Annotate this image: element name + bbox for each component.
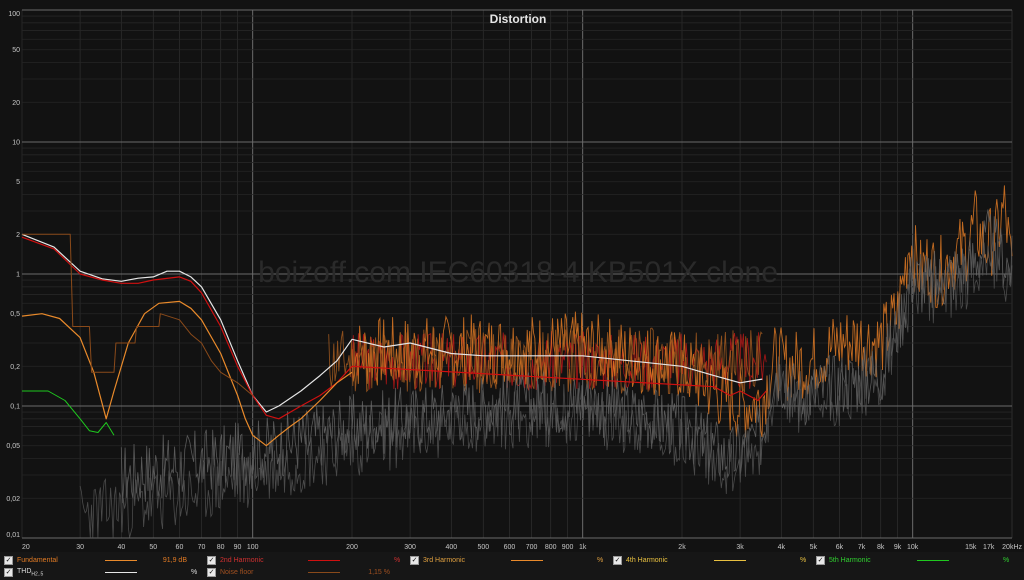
legend-unit: % <box>800 557 807 564</box>
legend-unit: % <box>394 557 401 564</box>
x-tick-label: 200 <box>346 544 358 551</box>
y-tick-label: 1 <box>16 272 20 279</box>
x-tick-label: 500 <box>477 544 489 551</box>
legend-row-2: ✓ THDH2..5 % ✓ Noise floor 1,15 % <box>0 566 1024 579</box>
y-tick-label: 2 <box>16 232 20 239</box>
legend-unit: % <box>597 557 604 564</box>
x-tick-label: 5k <box>810 544 818 551</box>
legend-label: THDH2..5 <box>17 568 105 577</box>
y-tick-label: 0,5 <box>10 311 20 318</box>
y-tick-label: 5 <box>16 179 20 186</box>
x-tick-label: 9k <box>894 544 902 551</box>
x-tick-label: 7k <box>858 544 866 551</box>
legend-label: Noise floor <box>220 569 254 576</box>
checkbox-icon[interactable]: ✓ <box>207 568 216 577</box>
checkbox-icon[interactable]: ✓ <box>4 556 13 565</box>
x-tick-label: 60 <box>176 544 184 551</box>
x-tick-label: 600 <box>504 544 516 551</box>
legend-swatch <box>714 560 746 561</box>
legend-swatch <box>511 560 543 561</box>
legend-item-noise-floor[interactable]: ✓ Noise floor 1,15 % <box>207 566 390 579</box>
y-tick-label: 50 <box>12 47 20 54</box>
legend-swatch <box>308 560 340 561</box>
legend-swatch <box>105 572 137 573</box>
watermark-text: boizoff.com IEC60318-4 KB501X clone <box>258 256 778 289</box>
x-tick-label: 800 <box>545 544 557 551</box>
legend-swatch <box>105 560 137 561</box>
legend-unit: % <box>1003 557 1010 564</box>
y-tick-label: 0,02 <box>6 496 20 503</box>
thd-subscript: H2..5 <box>31 571 44 578</box>
legend-label: 2nd Harmonic <box>220 557 264 564</box>
legend-label: 4th Harmonic <box>626 557 668 564</box>
x-tick-label: 20kHz <box>1002 544 1022 551</box>
y-tick-label: 0,01 <box>6 532 20 539</box>
x-tick-label: 40 <box>117 544 125 551</box>
chart-title: Distortion <box>490 12 547 26</box>
y-tick-label: 0,1 <box>10 404 20 411</box>
x-tick-label: 100 <box>247 544 259 551</box>
legend-value: 91,9 dB <box>162 557 187 564</box>
x-tick-label: 300 <box>404 544 416 551</box>
checkbox-icon[interactable]: ✓ <box>816 556 825 565</box>
x-tick-label: 20 <box>22 544 30 551</box>
x-tick-label: 90 <box>234 544 242 551</box>
x-tick-label: 700 <box>526 544 538 551</box>
y-tick-label: 0,05 <box>6 443 20 450</box>
legend-unit: % <box>191 569 198 576</box>
x-tick-label: 15k <box>965 544 977 551</box>
y-tick-label: 20 <box>12 100 20 107</box>
legend: ✓ Fundamental 91,9 dB ✓ 2nd Harmonic % ✓… <box>0 552 1024 580</box>
legend-value: 1,15 % <box>368 569 390 576</box>
x-tick-label: 900 <box>562 544 574 551</box>
x-tick-label: 30 <box>76 544 84 551</box>
checkbox-icon[interactable]: ✓ <box>410 556 419 565</box>
x-tick-label: 8k <box>877 544 885 551</box>
legend-swatch <box>308 572 340 573</box>
thd-label: THD <box>17 567 32 575</box>
checkbox-icon[interactable]: ✓ <box>207 556 216 565</box>
x-tick-label: 400 <box>445 544 457 551</box>
x-tick-label: 6k <box>836 544 844 551</box>
x-tick-label: 1k <box>579 544 587 551</box>
x-tick-label: 70 <box>198 544 206 551</box>
checkbox-icon[interactable]: ✓ <box>4 568 13 577</box>
checkbox-icon[interactable]: ✓ <box>613 556 622 565</box>
x-tick-label: 3k <box>736 544 744 551</box>
legend-label: Fundamental <box>17 557 58 564</box>
legend-label: 5th Harmonic <box>829 557 871 564</box>
distortion-chart: boizoff.com IEC60318-4 KB501X clone 20 30… <box>0 0 1024 552</box>
legend-item-thd[interactable]: ✓ THDH2..5 % <box>4 566 197 579</box>
x-tick-label: 17k <box>983 544 995 551</box>
x-tick-label: 50 <box>149 544 157 551</box>
legend-label: 3rd Harmonic <box>423 557 466 564</box>
y-tick-label: 100 <box>8 11 20 18</box>
x-tick-label: 2k <box>678 544 686 551</box>
y-tick-label: 10 <box>12 140 20 147</box>
x-tick-label: 80 <box>217 544 225 551</box>
x-tick-label: 10k <box>907 544 919 551</box>
x-tick-label: 4k <box>778 544 786 551</box>
y-tick-label: 0,2 <box>10 364 20 371</box>
legend-swatch <box>917 560 949 561</box>
